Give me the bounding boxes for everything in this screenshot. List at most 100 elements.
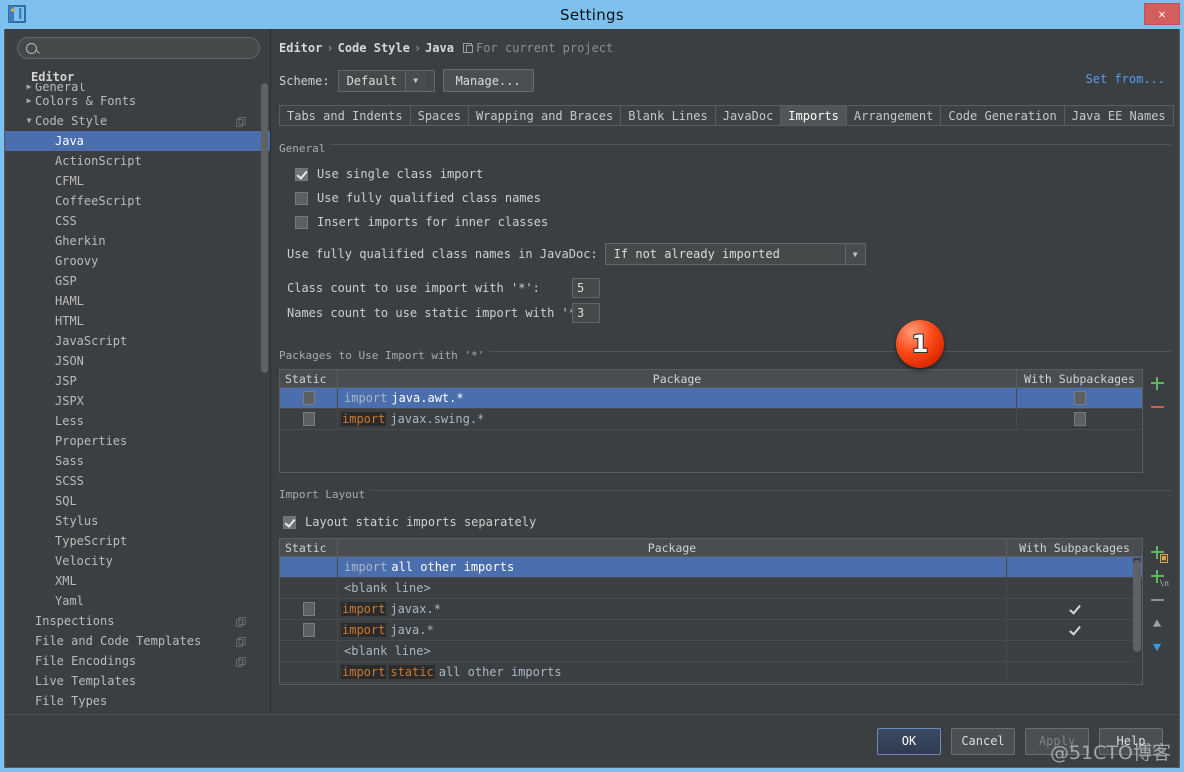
tab-wrapping-and-braces[interactable]: Wrapping and Braces bbox=[469, 106, 621, 125]
static-cell[interactable] bbox=[280, 599, 338, 619]
static-cell[interactable] bbox=[280, 662, 338, 682]
with-subpackages-cell[interactable] bbox=[1017, 388, 1142, 408]
set-from-link[interactable]: Set from... bbox=[1086, 72, 1165, 86]
package-cell[interactable]: importjava.* bbox=[338, 620, 1007, 640]
breadcrumb-part-0[interactable]: Editor bbox=[279, 41, 322, 55]
sidebar-item-less[interactable]: Less bbox=[5, 411, 270, 431]
move-down-icon[interactable]: ⯆ bbox=[1147, 638, 1167, 658]
general-checkbox-2[interactable]: Insert imports for inner classes bbox=[295, 210, 1179, 234]
static-checkbox[interactable] bbox=[303, 602, 315, 616]
sidebar-item-html[interactable]: HTML bbox=[5, 311, 270, 331]
tab-code-generation[interactable]: Code Generation bbox=[941, 106, 1064, 125]
move-up-icon[interactable]: ⯅ bbox=[1147, 614, 1167, 634]
table-row[interactable]: importall other imports bbox=[280, 557, 1142, 578]
sidebar-item-coffeescript[interactable]: CoffeeScript bbox=[5, 191, 270, 211]
package-cell[interactable]: importstaticall other imports bbox=[338, 662, 1007, 682]
tab-java-ee-names[interactable]: Java EE Names bbox=[1065, 106, 1173, 125]
sidebar-item-sass[interactable]: Sass bbox=[5, 451, 270, 471]
general-checkbox-1[interactable]: Use fully qualified class names bbox=[295, 186, 1179, 210]
sidebar-item-yaml[interactable]: Yaml bbox=[5, 591, 270, 611]
package-cell[interactable]: importjavax.swing.* bbox=[338, 409, 1017, 429]
package-cell[interactable]: importjava.awt.* bbox=[338, 388, 1017, 408]
cancel-button[interactable]: Cancel bbox=[951, 728, 1015, 755]
plus-icon[interactable] bbox=[1147, 373, 1167, 393]
class-count-input[interactable] bbox=[572, 278, 600, 298]
sidebar-item-jsp[interactable]: JSP bbox=[5, 371, 270, 391]
tab-javadoc[interactable]: JavaDoc bbox=[716, 106, 782, 125]
layout-table-scrollbar[interactable] bbox=[1133, 558, 1141, 683]
with-subpackages-cell[interactable] bbox=[1007, 578, 1142, 598]
tab-arrangement[interactable]: Arrangement bbox=[847, 106, 941, 125]
chevron-right-icon[interactable]: ▶ bbox=[23, 83, 35, 91]
help-button[interactable]: Help bbox=[1099, 728, 1163, 755]
chevron-right-icon[interactable]: ▶ bbox=[23, 97, 35, 105]
static-cell[interactable] bbox=[280, 578, 338, 598]
subpackages-checkbox[interactable] bbox=[1074, 391, 1086, 405]
sidebar-item-file-and-code-templates[interactable]: File and Code Templates bbox=[5, 631, 270, 651]
general-checkbox-0[interactable]: Use single class import bbox=[295, 162, 1179, 186]
package-cell[interactable]: importjavax.* bbox=[338, 599, 1007, 619]
with-subpackages-cell[interactable] bbox=[1017, 409, 1142, 429]
remove-icon[interactable] bbox=[1147, 590, 1167, 610]
sidebar-item-scss[interactable]: SCSS bbox=[5, 471, 270, 491]
sidebar-item-cfml[interactable]: CFML bbox=[5, 171, 270, 191]
sidebar-item-jspx[interactable]: JSPX bbox=[5, 391, 270, 411]
breadcrumb-part-2[interactable]: Java bbox=[425, 41, 454, 55]
sidebar-item-sql[interactable]: SQL bbox=[5, 491, 270, 511]
manage-button[interactable]: Manage... bbox=[443, 69, 534, 92]
table-row[interactable]: importjavax.swing.* bbox=[280, 409, 1142, 430]
static-checkbox[interactable] bbox=[303, 391, 315, 405]
static-checkbox[interactable] bbox=[303, 412, 315, 426]
package-cell[interactable]: <blank line> bbox=[338, 578, 1007, 598]
search-box[interactable] bbox=[17, 37, 260, 59]
with-subpackages-cell[interactable] bbox=[1007, 641, 1142, 661]
javadoc-fqn-dropdown[interactable]: If not already imported ▼ bbox=[605, 243, 866, 265]
sidebar-item-css[interactable]: CSS bbox=[5, 211, 270, 231]
sidebar-item-java[interactable]: Java bbox=[5, 131, 270, 151]
package-cell[interactable]: <blank line> bbox=[338, 641, 1007, 661]
tab-spaces[interactable]: Spaces bbox=[411, 106, 469, 125]
sidebar-item-stylus[interactable]: Stylus bbox=[5, 511, 270, 531]
sidebar-item-typescript[interactable]: TypeScript bbox=[5, 531, 270, 551]
sidebar-item-actionscript[interactable]: ActionScript bbox=[5, 151, 270, 171]
sidebar-item-properties[interactable]: Properties bbox=[5, 431, 270, 451]
with-subpackages-cell[interactable] bbox=[1007, 557, 1142, 577]
sidebar-item-live-templates[interactable]: Live Templates bbox=[5, 671, 270, 691]
table-row[interactable]: <blank line> bbox=[280, 641, 1142, 662]
names-count-input[interactable] bbox=[572, 303, 600, 323]
sidebar-item-colors-fonts[interactable]: ▶Colors & Fonts bbox=[5, 91, 270, 111]
static-checkbox[interactable] bbox=[303, 623, 315, 637]
sidebar-scrollbar[interactable] bbox=[261, 83, 268, 373]
sidebar-item-file-types[interactable]: File Types bbox=[5, 691, 270, 711]
chevron-down-icon[interactable]: ▼ bbox=[23, 117, 35, 125]
close-icon[interactable]: ✕ bbox=[1144, 3, 1180, 25]
add-package-icon[interactable]: ■ bbox=[1147, 542, 1167, 562]
subpackages-checkbox[interactable] bbox=[1068, 603, 1081, 616]
with-subpackages-cell[interactable] bbox=[1007, 662, 1142, 682]
static-cell[interactable] bbox=[280, 409, 338, 429]
table-row[interactable]: <blank line> bbox=[280, 578, 1142, 599]
scrollbar-thumb[interactable] bbox=[1133, 560, 1141, 652]
ok-button[interactable]: OK bbox=[877, 728, 941, 755]
sidebar-item-json[interactable]: JSON bbox=[5, 351, 270, 371]
with-subpackages-cell[interactable] bbox=[1007, 620, 1142, 640]
sidebar-item-code-style[interactable]: ▼Code Style bbox=[5, 111, 270, 131]
apply-button[interactable]: Apply bbox=[1025, 728, 1089, 755]
sidebar-item-gherkin[interactable]: Gherkin bbox=[5, 231, 270, 251]
with-subpackages-cell[interactable] bbox=[1007, 599, 1142, 619]
sidebar-item-file-encodings[interactable]: File Encodings bbox=[5, 651, 270, 671]
static-cell[interactable] bbox=[280, 388, 338, 408]
sidebar-item-inspections[interactable]: Inspections bbox=[5, 611, 270, 631]
static-cell[interactable] bbox=[280, 557, 338, 577]
sidebar-item-velocity[interactable]: Velocity bbox=[5, 551, 270, 571]
layout-static-separately-checkbox[interactable]: Layout static imports separately bbox=[283, 510, 1179, 534]
static-cell[interactable] bbox=[280, 641, 338, 661]
table-row[interactable]: importjavax.* bbox=[280, 599, 1142, 620]
scheme-dropdown[interactable]: Default ▼ bbox=[338, 70, 435, 92]
sidebar-item-gsp[interactable]: GSP bbox=[5, 271, 270, 291]
search-input[interactable] bbox=[37, 40, 251, 56]
static-cell[interactable] bbox=[280, 620, 338, 640]
sidebar-item-xml[interactable]: XML bbox=[5, 571, 270, 591]
minus-icon[interactable] bbox=[1147, 397, 1167, 417]
breadcrumb-part-1[interactable]: Code Style bbox=[338, 41, 410, 55]
